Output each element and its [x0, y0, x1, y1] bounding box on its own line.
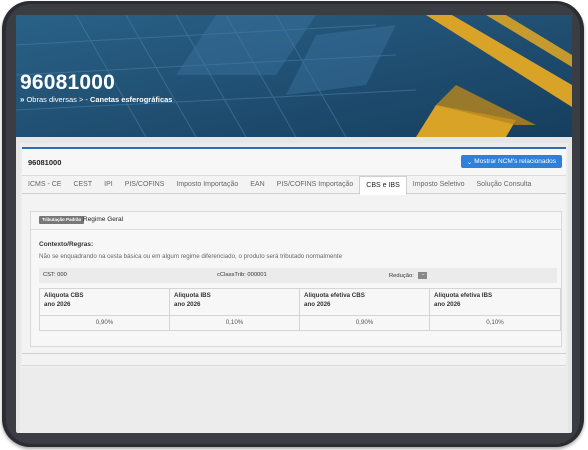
- tab-icms-ce[interactable]: ICMS - CE: [22, 176, 67, 193]
- ncm-card: 96081000 ⌄ Mostrar NCM's relacionados IC…: [22, 147, 566, 367]
- tab-cest[interactable]: CEST: [67, 176, 98, 193]
- rate-header-effective-ibs: Aliquota efetiva IBS ano 2026: [430, 289, 560, 316]
- breadcrumb: » Obras diversas > - Canetas esferográfi…: [20, 95, 172, 104]
- rate-value-effective-cbs: 0,90%: [300, 316, 430, 330]
- cst-value: CST: 000: [43, 272, 67, 278]
- tab-imposto-seletivo[interactable]: Imposto Seletivo: [407, 176, 471, 193]
- double-chevron-right-icon: »: [20, 95, 25, 104]
- cclasstrib-value: cClassTrib: 000001: [217, 272, 267, 278]
- cbs-ibs-panel: Tributação Padrão Regime Geral Contexto/…: [30, 211, 562, 347]
- show-related-ncm-button[interactable]: ⌄ Mostrar NCM's relacionados: [460, 155, 562, 168]
- screen: 96081000 » Obras diversas > - Canetas es…: [16, 15, 572, 433]
- tab-ipi[interactable]: IPI: [98, 176, 119, 193]
- rate-header-cbs: Aliquota CBS ano 2026: [40, 289, 170, 316]
- panel-header: Tributação Padrão Regime Geral: [31, 212, 561, 230]
- tributacao-badge: Tributação Padrão: [39, 216, 85, 224]
- tab-cbs-ibs[interactable]: CBS e IBS: [359, 176, 407, 195]
- context-label: Contexto/Regras:: [39, 241, 94, 248]
- card-header: 96081000 ⌄ Mostrar NCM's relacionados: [22, 149, 566, 176]
- context-text: Não se enquadrando na cesta básica ou em…: [39, 253, 343, 260]
- reducao-label: Redução:: [389, 273, 414, 280]
- page-title: 96081000: [20, 71, 116, 94]
- divider: [22, 365, 566, 366]
- tab-bar: ICMS - CE CEST IPI PIS/COFINS Imposto Im…: [22, 176, 566, 195]
- hero-banner: 96081000 » Obras diversas > - Canetas es…: [16, 15, 572, 137]
- tab-pis-cofins-importacao[interactable]: PIS/COFINS Importação: [271, 176, 360, 193]
- tab-pis-cofins[interactable]: PIS/COFINS: [119, 176, 171, 193]
- rate-header-effective-cbs: Aliquota efetiva CBS ano 2026: [300, 289, 430, 316]
- divider: [22, 353, 566, 354]
- rates-table: Aliquota CBS ano 2026 Aliquota IBS ano 202…: [39, 288, 561, 331]
- ncm-code: 96081000: [28, 158, 62, 167]
- rate-value-effective-ibs: 0,10%: [486, 319, 504, 326]
- tab-solucao-consulta[interactable]: Solução Consulta: [471, 176, 538, 193]
- breadcrumb-current: Canetas esferográficas: [89, 95, 173, 104]
- tablet-frame: 96081000 » Obras diversas > - Canetas es…: [0, 0, 588, 450]
- reducao-value: –: [418, 272, 428, 279]
- regime-label: Regime Geral: [83, 216, 124, 223]
- rate-header-ibs: Aliquota IBS ano 2026: [170, 289, 300, 316]
- show-related-ncm-label: Mostrar NCM's relacionados: [474, 158, 556, 165]
- tab-imposto-importacao[interactable]: Imposto Importação: [170, 176, 244, 193]
- chevron-down-icon: ⌄: [466, 158, 473, 166]
- breadcrumb-parent[interactable]: Obras diversas > -: [26, 95, 87, 104]
- tab-ean[interactable]: EAN: [244, 176, 270, 193]
- classification-row: CST: 000 cClassTrib: 000001 Redução: –: [39, 268, 557, 283]
- main-content: 96081000 ⌄ Mostrar NCM's relacionados IC…: [20, 143, 568, 433]
- rate-value-cbs: 0,90%: [40, 316, 170, 330]
- rate-value-ibs: 0,10%: [170, 316, 300, 330]
- reducao-field: Redução: –: [389, 272, 428, 280]
